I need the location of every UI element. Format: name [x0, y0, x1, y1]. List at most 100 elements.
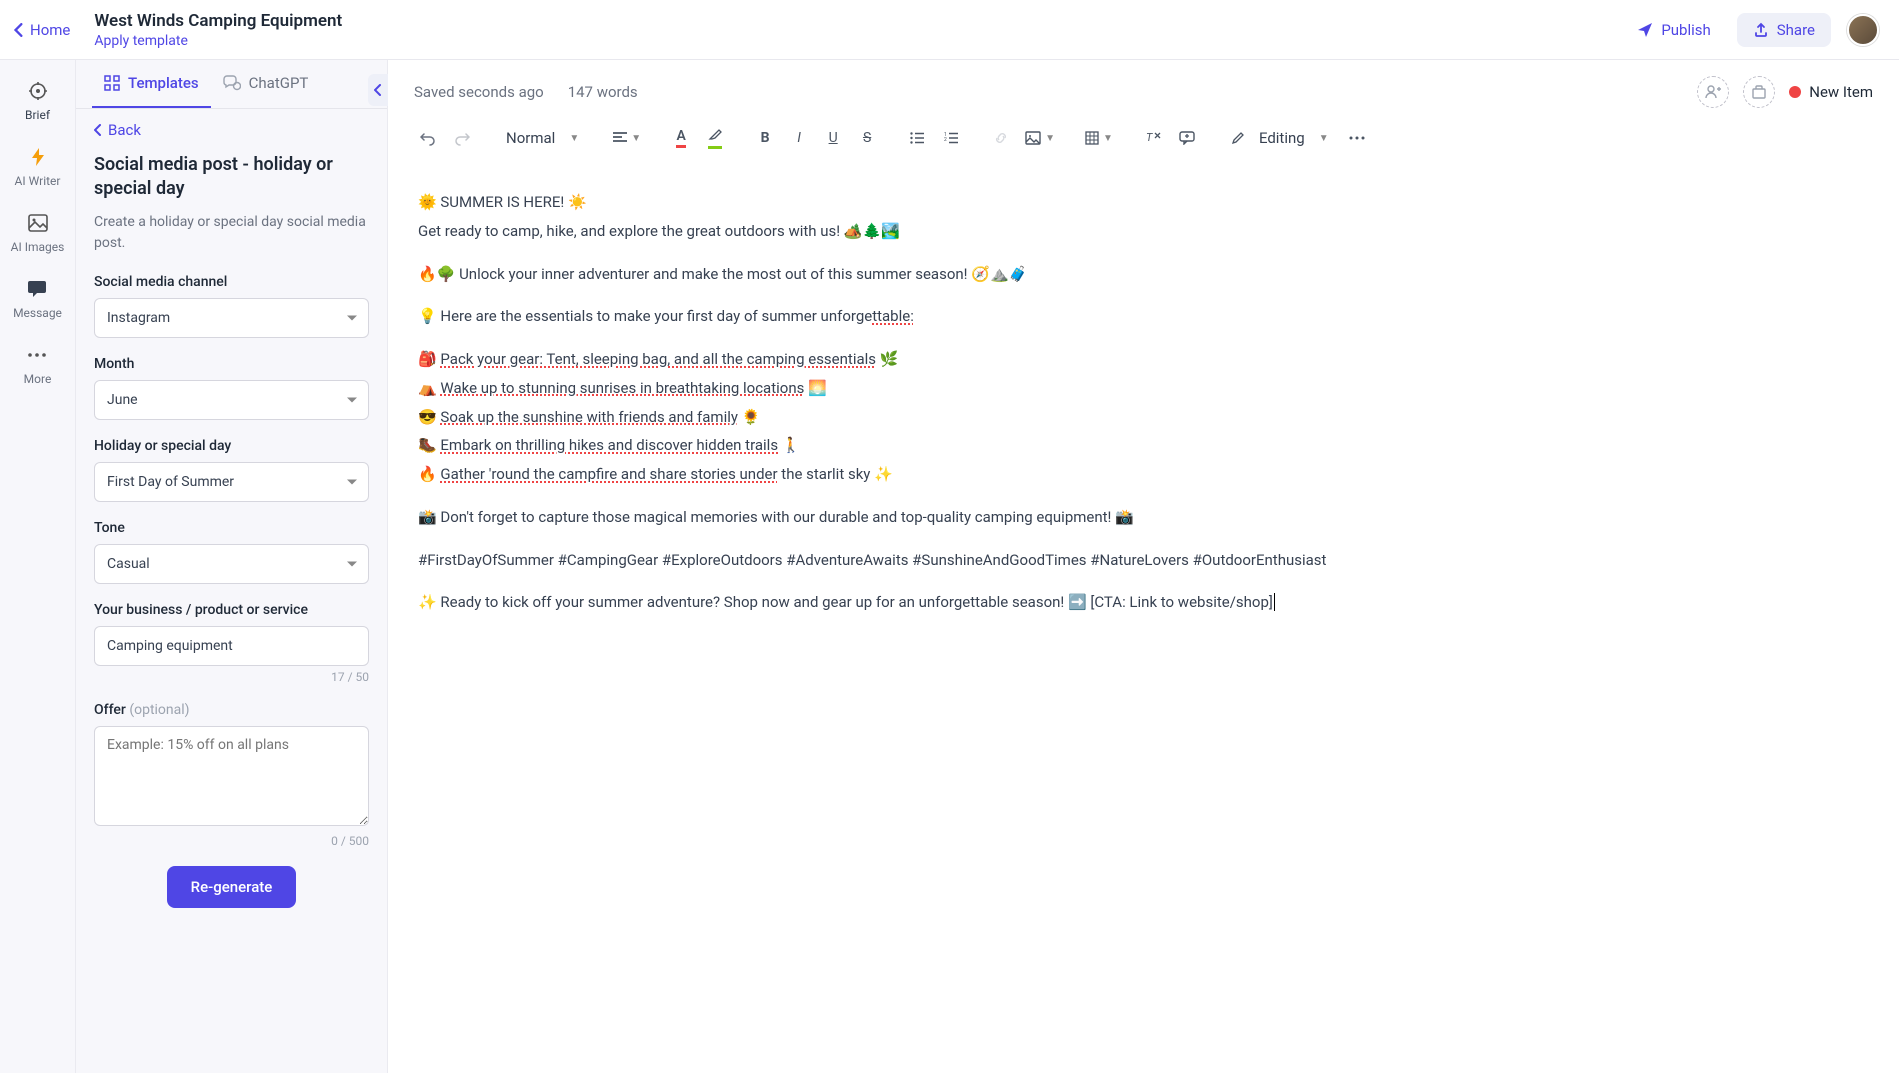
nav-ai-writer[interactable]: AI Writer: [15, 146, 61, 188]
content-line: 📸 Don't forget to capture those magical …: [418, 505, 1869, 530]
field-offer: Offer (optional) 0 / 500: [94, 702, 369, 848]
svg-text:2: 2: [944, 137, 947, 143]
panel-title: Social media post - holiday or special d…: [94, 153, 369, 202]
field-business: Your business / product or service 17 / …: [94, 602, 369, 684]
sidebar-content: Back Social media post - holiday or spec…: [76, 109, 387, 1073]
comment-button[interactable]: [1173, 124, 1201, 152]
nav-message[interactable]: Message: [13, 278, 62, 320]
upload-icon: [1753, 22, 1769, 38]
link-icon: [993, 130, 1009, 146]
more-icon: [1349, 136, 1365, 140]
apply-template-link[interactable]: Apply template: [94, 33, 1627, 49]
nav-rail: Brief AI Writer AI Images Message More: [0, 60, 76, 1073]
offer-textarea[interactable]: [94, 726, 369, 826]
chevron-left-icon: [14, 23, 24, 37]
number-list-button[interactable]: 12: [937, 124, 965, 152]
send-icon: [1637, 22, 1653, 38]
table-icon: [1085, 131, 1099, 145]
underline-button[interactable]: U: [819, 124, 847, 152]
header-actions: Publish Share: [1627, 13, 1879, 47]
more-menu-button[interactable]: [1343, 124, 1371, 152]
share-label: Share: [1777, 21, 1815, 39]
tab-templates[interactable]: Templates: [92, 60, 211, 108]
style-label: Normal: [506, 129, 555, 147]
text-color-button[interactable]: A: [667, 124, 695, 152]
top-header: Home West Winds Camping Equipment Apply …: [0, 0, 1899, 60]
target-icon: [27, 80, 49, 102]
share-button[interactable]: Share: [1737, 13, 1831, 47]
link-button[interactable]: [987, 124, 1015, 152]
bullet-list-button[interactable]: [903, 124, 931, 152]
table-button[interactable]: ▼: [1081, 124, 1117, 152]
chevron-down-icon: ▼: [1045, 133, 1055, 144]
editing-label: Editing: [1259, 129, 1305, 147]
main-layout: Brief AI Writer AI Images Message More: [0, 60, 1899, 1073]
tone-select[interactable]: Casual: [94, 544, 369, 584]
nav-more[interactable]: More: [24, 344, 52, 386]
doc-title: West Winds Camping Equipment: [94, 11, 1627, 31]
bold-button[interactable]: B: [751, 124, 779, 152]
nav-label: AI Images: [11, 240, 65, 254]
align-left-icon: [613, 132, 627, 144]
archive-button[interactable]: [1743, 76, 1775, 108]
content-line: Get ready to camp, hike, and explore the…: [418, 219, 1869, 244]
undo-button[interactable]: [414, 124, 442, 152]
ordered-list-icon: 12: [944, 132, 958, 144]
content-line: 💡 Here are the essentials to make your f…: [418, 304, 1869, 329]
highlight-button[interactable]: [701, 124, 729, 152]
tab-label: ChatGPT: [249, 74, 309, 92]
italic-button[interactable]: I: [785, 124, 813, 152]
holiday-select[interactable]: First Day of Summer: [94, 462, 369, 502]
editor-status-bar: Saved seconds ago 147 words New Item: [388, 60, 1899, 124]
home-link[interactable]: Home: [14, 21, 70, 39]
tab-label: Templates: [128, 74, 199, 92]
content-line: 🔥🌳 Unlock your inner adventurer and make…: [418, 262, 1869, 287]
editor-body[interactable]: 🌞 SUMMER IS HERE! ☀️ Get ready to camp, …: [388, 166, 1899, 1073]
business-charcount: 17 / 50: [94, 670, 369, 684]
channel-label: Social media channel: [94, 274, 369, 290]
align-button[interactable]: ▼: [609, 124, 645, 152]
grid-icon: [104, 75, 120, 91]
chat-icon: [26, 278, 48, 300]
separator: [554, 83, 558, 102]
briefcase-icon: [1751, 84, 1767, 100]
publish-label: Publish: [1661, 21, 1710, 39]
back-label: Back: [108, 121, 141, 139]
new-item-badge[interactable]: New Item: [1789, 83, 1873, 101]
business-input[interactable]: [94, 626, 369, 666]
editing-mode[interactable]: Editing ▼: [1223, 129, 1337, 147]
content-line: 😎 Soak up the sunshine with friends and …: [418, 405, 1869, 430]
publish-button[interactable]: Publish: [1627, 15, 1720, 45]
chevron-down-icon: ▼: [569, 133, 579, 144]
chevron-down-icon: ▼: [631, 133, 641, 144]
add-collaborator-button[interactable]: [1697, 76, 1729, 108]
nav-label: AI Writer: [15, 174, 61, 188]
collapse-sidebar-button[interactable]: [368, 74, 388, 106]
redo-button[interactable]: [448, 124, 476, 152]
clear-format-button[interactable]: T: [1139, 124, 1167, 152]
nav-brief[interactable]: Brief: [25, 80, 50, 122]
new-item-label: New Item: [1809, 83, 1873, 101]
nav-label: Message: [13, 306, 62, 320]
offer-label: Offer (optional): [94, 702, 369, 718]
tone-label: Tone: [94, 520, 369, 536]
svg-text:T: T: [1146, 131, 1153, 144]
content-line: 🔥 Gather 'round the campfire and share s…: [418, 462, 1869, 487]
tab-chatgpt[interactable]: ChatGPT: [211, 60, 321, 108]
image-icon: [1025, 131, 1041, 145]
back-link[interactable]: Back: [94, 121, 369, 139]
regenerate-button[interactable]: Re-generate: [167, 866, 297, 908]
nav-ai-images[interactable]: AI Images: [11, 212, 65, 254]
redo-icon: [454, 130, 470, 146]
chevron-down-icon: ▼: [1103, 133, 1113, 144]
image-button[interactable]: ▼: [1021, 124, 1059, 152]
content-line: 🥾 Embark on thrilling hikes and discover…: [418, 433, 1869, 458]
strike-button[interactable]: S: [853, 124, 881, 152]
pencil-icon: [1231, 131, 1245, 145]
avatar[interactable]: [1847, 14, 1879, 46]
status-right: New Item: [1697, 76, 1873, 108]
month-select[interactable]: June: [94, 380, 369, 420]
image-icon: [27, 212, 49, 234]
style-select[interactable]: Normal ▼: [498, 129, 587, 147]
channel-select[interactable]: Instagram: [94, 298, 369, 338]
